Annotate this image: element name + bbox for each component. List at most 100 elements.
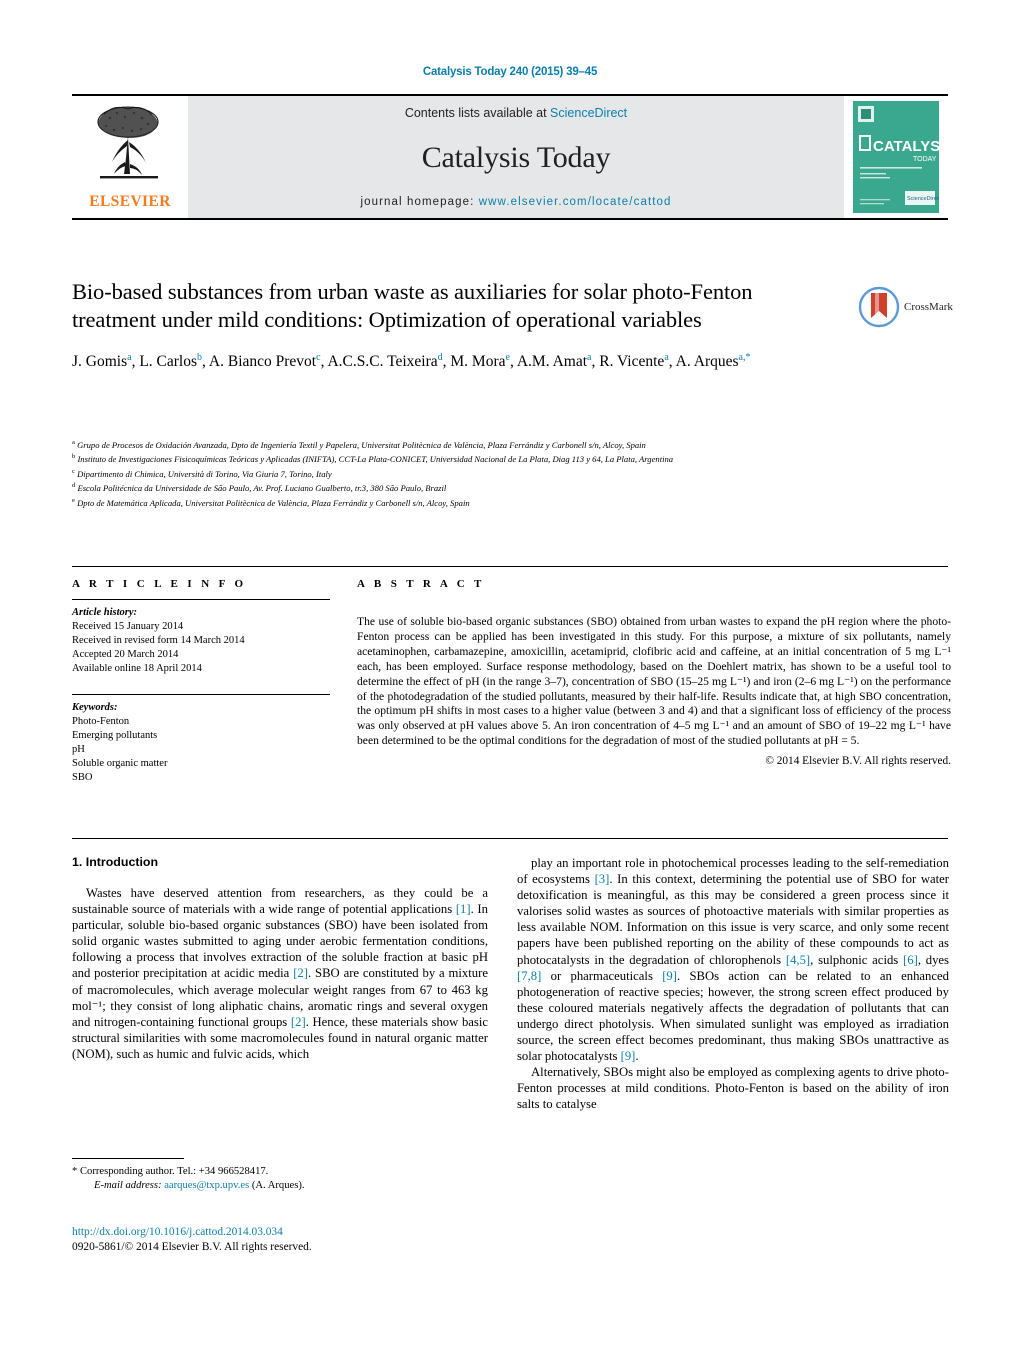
author-affiliation-mark: a,* (738, 352, 751, 363)
citation-link[interactable]: [2] (293, 966, 308, 980)
affiliation-mark: b (72, 453, 76, 461)
author-name: A.M. Amat (516, 353, 588, 371)
homepage-prefix: journal homepage: (360, 196, 479, 208)
keyword-item: Soluble organic matter (72, 758, 168, 769)
author-name: A. Arques (675, 353, 739, 371)
article-info-rule-mid (72, 694, 330, 695)
article-info-heading: A R T I C L E I N F O (72, 578, 247, 590)
author-name: J. Gomis (72, 353, 128, 371)
divider-above-abstract (72, 566, 948, 567)
journal-homepage-line: journal homepage: www.elsevier.com/locat… (360, 196, 671, 208)
affiliation-item: d Escola Politécnica da Universidade de … (72, 482, 447, 494)
affiliation-mark: a (72, 439, 75, 446)
article-history-item: Accepted 20 March 2014 (72, 649, 179, 660)
footnote-marker: * (72, 1166, 78, 1177)
article-info-rule-top (72, 599, 330, 600)
abstract-copyright: © 2014 Elsevier B.V. All rights reserved… (765, 755, 951, 768)
article-history-lines: Received 15 January 2014 Received in revi… (72, 620, 330, 676)
running-head: Catalysis Today 240 (2015) 39–45 (422, 66, 598, 78)
article-history-item: Available online 18 April 2014 (72, 663, 202, 674)
left-paragraphs: Wastes have deserved attention from rese… (72, 885, 488, 1062)
keyword-item: Emerging pollutants (72, 730, 158, 741)
citation-link[interactable]: [9] (662, 969, 677, 983)
title-block: Bio-based substances from urban waste as… (72, 278, 842, 372)
affiliation-mark: c (72, 467, 75, 475)
author-affiliation-mark: b (197, 352, 203, 363)
keyword-item: pH (72, 744, 85, 755)
affiliation-mark: e (72, 496, 75, 504)
affiliation-item: e Dpto de Matemática Aplicada, Universit… (72, 496, 470, 508)
svg-text:CATALYSIS: CATALYSIS (873, 138, 939, 155)
article-info-section: A R T I C L E I N F O Article history: R… (72, 578, 330, 785)
sciencedirect-link[interactable]: ScienceDirect (550, 106, 627, 120)
author-name: L. Carlos (139, 353, 198, 371)
author-name: R. Vicente (599, 353, 665, 371)
keywords-lines: Photo-Fenton Emerging pollutants pH Soluble… (72, 715, 330, 785)
issn-copyright: 0920-5861/© 2014 Elsevier B.V. All right… (72, 1241, 312, 1253)
journal-cover-image: CATALYSIS TODAY ScienceDirect (853, 101, 939, 213)
citation-link[interactable]: [4,5] (786, 953, 810, 967)
crossmark-icon (858, 286, 900, 328)
author-affiliation-mark: a (587, 352, 592, 363)
email-link[interactable]: aarques@txp.upv.es (164, 1180, 249, 1191)
crossmark-label: CrossMark (904, 301, 953, 313)
paper-page: Catalysis Today 240 (2015) 39–45 ELSEVIE… (0, 0, 1020, 1351)
journal-masthead: ELSEVIER Contents lists available at Sci… (72, 94, 948, 220)
author-affiliation-mark: a (664, 352, 669, 363)
journal-cover-thumbnail[interactable]: CATALYSIS TODAY ScienceDirect (844, 96, 948, 218)
abstract-text: The use of soluble bio-based organic sub… (357, 615, 951, 748)
introduction-heading: 1. Introduction (72, 855, 159, 869)
doi-block: http://dx.doi.org/10.1016/j.cattod.2014.… (72, 1225, 502, 1255)
author-affiliation-mark: d (437, 352, 443, 363)
journal-title: Catalysis Today (421, 141, 611, 174)
svg-text:TODAY: TODAY (913, 156, 937, 163)
masthead-center: Contents lists available at ScienceDirec… (188, 96, 844, 218)
citation-link[interactable]: [1] (456, 902, 471, 916)
email-line: E-mail address: aarques@txp.upv.es (A. A… (72, 1179, 488, 1193)
keyword-item: SBO (72, 772, 93, 783)
citation-link[interactable]: [7,8] (517, 969, 541, 983)
author-affiliation-mark: a (127, 352, 132, 363)
page-title: Bio-based substances from urban waste as… (72, 279, 753, 332)
journal-homepage-link[interactable]: www.elsevier.com/locate/cattod (479, 196, 672, 208)
affiliation-item: c Dipartimento di Chimica, Università di… (72, 467, 332, 479)
article-history-item: Received 15 January 2014 (72, 621, 184, 632)
author-affiliation-mark: c (316, 352, 321, 363)
affiliation-item: b Instituto de Investigaciones Fisicoquí… (72, 453, 674, 465)
body-column-left: 1. Introduction Wastes have deserved att… (72, 855, 488, 1062)
affiliation-mark: d (72, 482, 76, 490)
citation-link[interactable]: [2] (291, 1015, 306, 1029)
corresponding-author-text: Corresponding author. Tel.: +34 96652841… (79, 1166, 269, 1177)
affiliations-list: a Grupo de Procesos de Oxidación Avanzad… (72, 437, 952, 509)
crossmark-badge[interactable]: CrossMark (858, 282, 958, 332)
abstract-heading: A B S T R A C T (357, 578, 485, 590)
citation-link[interactable]: [6] (903, 953, 918, 967)
body-paragraph: play an important role in photochemical … (517, 856, 949, 1064)
author-name: M. Mora (450, 353, 506, 371)
body-paragraph: Alternatively, SBOs might also be employ… (517, 1065, 949, 1112)
right-paragraphs: play an important role in photochemical … (517, 855, 949, 1113)
keyword-item: Photo-Fenton (72, 716, 130, 727)
contents-prefix: Contents lists available at (404, 106, 551, 120)
author-name: A. Bianco Prevot (208, 353, 317, 371)
author-affiliation-mark: e (505, 352, 510, 363)
doi-link[interactable]: http://dx.doi.org/10.1016/j.cattod.2014.… (72, 1225, 502, 1240)
elsevier-logo: ELSEVIER (72, 96, 188, 218)
author-name: A.C.S.C. Teixeira (327, 353, 438, 371)
email-label: E-mail address: (94, 1179, 162, 1191)
corresponding-author-line: * Corresponding author. Tel.: +34 966528… (72, 1165, 488, 1179)
svg-text:ScienceDirect: ScienceDirect (907, 196, 939, 202)
corresponding-author-footnote: * Corresponding author. Tel.: +34 966528… (72, 1158, 488, 1192)
body-paragraph: Wastes have deserved attention from rese… (72, 886, 489, 1061)
divider-below-abstract (72, 838, 948, 839)
citation-link[interactable]: [3] (595, 872, 610, 886)
citation-link[interactable]: [9] (621, 1049, 636, 1063)
email-suffix: (A. Arques). (251, 1179, 305, 1191)
keywords-label: Keywords: (72, 702, 118, 713)
author-list: J. Gomisa, L. Carlosb, A. Bianco Prevotc… (72, 352, 751, 371)
article-history-label: Article history: (72, 607, 138, 618)
article-history-item: Received in revised form 14 March 2014 (72, 635, 245, 646)
elsevier-tree-icon (97, 106, 159, 179)
contents-available-line: Contents lists available at ScienceDirec… (405, 106, 627, 120)
affiliation-item: a Grupo de Procesos de Oxidación Avanzad… (72, 439, 646, 450)
